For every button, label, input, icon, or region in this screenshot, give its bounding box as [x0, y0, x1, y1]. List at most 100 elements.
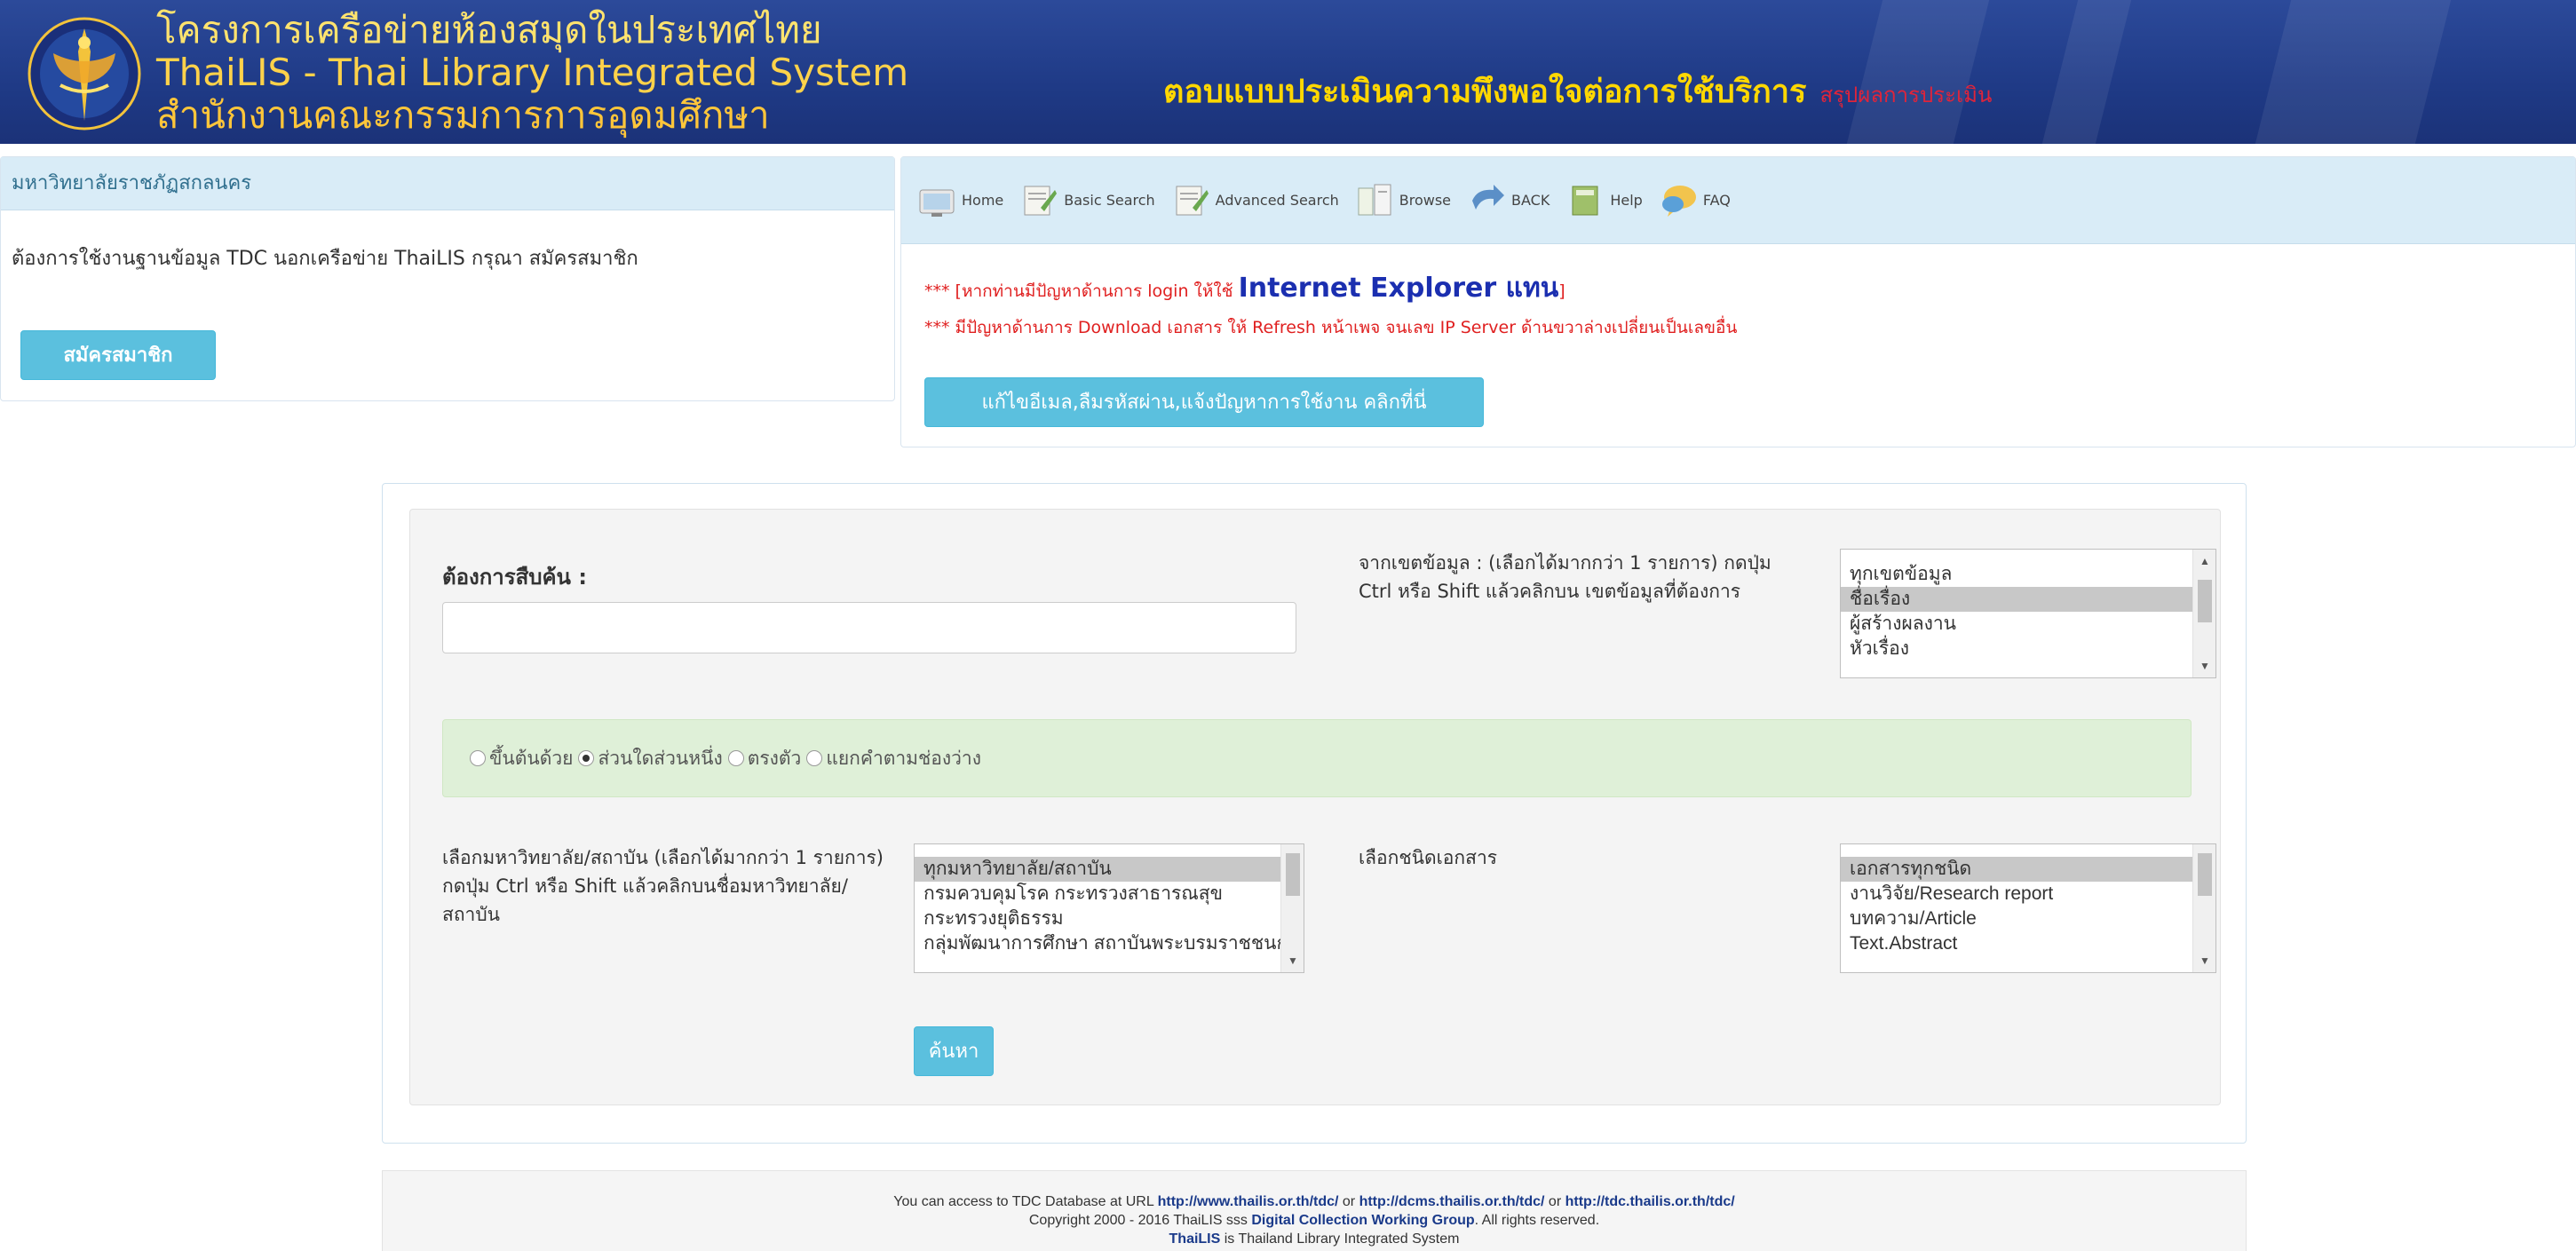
notice-download: *** มีปัญหาด้านการ Download เอกสาร ให้ R… [924, 318, 1738, 337]
doctype-option[interactable]: งานวิจัย/Research report [1841, 882, 2215, 907]
doctype-select[interactable]: เอกสารทุกชนิด งานวิจัย/Research report บ… [1840, 843, 2216, 973]
nav-advanced-search[interactable]: Advanced Search [1171, 181, 1339, 220]
notice-login-browser: Internet Explorer แทน [1238, 273, 1559, 304]
footer-urls: You can access to TDC Database at URL ht… [383, 1192, 2246, 1211]
notice-login-prefix: *** [หากท่านมีปัญหาด้านการ login ให้ใช้ [924, 281, 1233, 301]
nav-toolbar: Home Basic Search Advanced Search Browse… [901, 157, 2575, 244]
nav-basic-search-label: Basic Search [1064, 192, 1155, 209]
institution-help-text: เลือกมหาวิทยาลัย/สถาบัน (เลือกได้มากกว่า… [442, 847, 884, 925]
institution-select-scrollbar[interactable]: ▲ ▼ [1280, 844, 1304, 972]
radio-contains[interactable] [578, 750, 595, 766]
doctype-option-selected[interactable]: เอกสารทุกชนิด [1841, 857, 2215, 882]
radio-exact[interactable] [727, 750, 744, 766]
back-icon [1472, 184, 1505, 210]
footer-thailis: ThaiLIS [1169, 1231, 1221, 1247]
institution-select[interactable]: ทุกมหาวิทยาลัย/สถาบัน กรมควบคุมโรค กระทร… [914, 843, 1304, 973]
footer-tagline: ThaiLIS is Thailand Library Integrated S… [383, 1230, 2246, 1248]
search-form: ต้องการสืบค้น : จากเขตข้อมูล : (เลือกได้… [409, 509, 2221, 1105]
browse-icon [1358, 184, 1391, 215]
scroll-down-icon[interactable]: ▼ [2193, 660, 2215, 672]
footer-rights: . All rights reserved. [1474, 1213, 1600, 1228]
help-icon [1572, 186, 1598, 215]
site-brand: โครงการเครือข่ายห้องสมุดในประเทศไทย Thai… [156, 9, 908, 137]
basic-search-icon [1024, 186, 1058, 215]
nav-faq[interactable]: FAQ [1659, 181, 1731, 220]
search-button[interactable]: ค้นหา [914, 1026, 994, 1076]
field-option-selected[interactable]: ชื่อเรื่อง [1841, 587, 2215, 612]
scroll-down-icon[interactable]: ▼ [2193, 954, 2215, 967]
match-begins-with-label: ขึ้นต้นด้วย [489, 747, 574, 769]
match-split-words[interactable]: แยกคำตามช่องว่าง [806, 744, 981, 773]
nav-basic-search[interactable]: Basic Search [1019, 181, 1155, 220]
notice-login: *** [หากท่านมีปัญหาด้านการ login ให้ใช้ … [924, 267, 1737, 309]
scroll-down-icon[interactable]: ▼ [1281, 954, 1304, 967]
search-label: ต้องการสืบค้น : [442, 565, 587, 590]
nav-back[interactable]: BACK [1467, 181, 1550, 220]
doctype-label: เลือกชนิดเอกสาร [1359, 847, 1498, 868]
register-button[interactable]: สมัครสมาชิก [20, 330, 216, 380]
notice-login-suffix: ] [1558, 281, 1565, 301]
nav-back-label: BACK [1511, 192, 1550, 209]
scrollbar-thumb[interactable] [2198, 580, 2212, 622]
footer-access-text: You can access to TDC Database at URL [893, 1194, 1158, 1209]
match-split-words-label: แยกคำตามช่องว่าง [826, 747, 981, 769]
brand-line-english: ThaiLIS - Thai Library Integrated System [156, 51, 909, 94]
brand-line-office: สำนักงานคณะกรรมการการอุดมศึกษา [156, 93, 770, 137]
header-decoration [2255, 0, 2452, 144]
home-icon [919, 189, 955, 217]
ohec-logo-icon [28, 17, 141, 131]
edit-account-button[interactable]: แก้ไขอีเมล,ลืมรหัสผ่าน,แจ้งปัญหาการใช้งา… [924, 377, 1484, 427]
site-header: โครงการเครือข่ายห้องสมุดในประเทศไทย Thai… [0, 0, 2576, 144]
nav-advanced-search-label: Advanced Search [1215, 192, 1339, 209]
nav-help[interactable]: Help [1565, 181, 1643, 220]
footer-group-name: Digital Collection Working Group [1251, 1213, 1475, 1228]
match-begins-with[interactable]: ขึ้นต้นด้วย [470, 744, 573, 773]
scroll-up-icon[interactable]: ▲ [2193, 555, 2215, 567]
footer-url-www[interactable]: http://www.thailis.or.th/tdc/ [1158, 1194, 1339, 1209]
nav-faq-label: FAQ [1702, 192, 1731, 209]
match-type-group: ขึ้นต้นด้วย ส่วนใดส่วนหนึ่ง ตรงตัว แยกคำ… [442, 719, 2192, 797]
footer-or: or [1544, 1194, 1565, 1209]
footer-copyright-text: Copyright 2000 - 2016 ThaiLIS sss [1028, 1213, 1252, 1228]
survey-result-link[interactable]: สรุปผลการประเมิน [1820, 83, 1993, 107]
field-option[interactable]: ผู้สร้างผลงาน [1841, 612, 2215, 637]
search-input[interactable] [442, 602, 1296, 653]
footer-or: or [1338, 1194, 1359, 1209]
institution-option[interactable]: กระทรวงยุติธรรม [915, 907, 1304, 931]
scrollbar-thumb[interactable] [2198, 853, 2212, 896]
survey-link[interactable]: ตอบแบบประเมินความพึงพอใจต่อการใช้บริการ [1163, 74, 1806, 110]
doctype-option[interactable]: Text.Abstract [1841, 931, 2215, 956]
nav-panel: Home Basic Search Advanced Search Browse… [900, 156, 2576, 447]
nav-browse-label: Browse [1399, 192, 1452, 209]
match-exact[interactable]: ตรงตัว [727, 744, 802, 773]
search-form-panel: ต้องการสืบค้น : จากเขตข้อมูล : (เลือกได้… [382, 483, 2247, 1144]
nav-help-label: Help [1610, 192, 1643, 209]
institution-option[interactable]: กลุ่มพัฒนาการศึกษา สถาบันพระบรมราชชนก [915, 931, 1304, 956]
field-option[interactable]: ทุกเขตข้อมูล [1841, 562, 2215, 587]
nav-home-label: Home [962, 192, 1004, 209]
nav-home[interactable]: Home [917, 181, 1003, 220]
footer-url-tdc[interactable]: http://tdc.thailis.or.th/tdc/ [1565, 1194, 1735, 1209]
university-name: มหาวิทยาลัยราชภัฏสกลนคร [1, 157, 894, 210]
field-option[interactable]: หัวเรื่อง [1841, 637, 2215, 661]
header-decoration [2041, 0, 2132, 144]
footer-url-dcms[interactable]: http://dcms.thailis.or.th/tdc/ [1359, 1194, 1545, 1209]
match-exact-label: ตรงตัว [747, 747, 802, 769]
scrollbar-thumb[interactable] [1286, 853, 1300, 896]
advanced-search-icon [1176, 186, 1209, 215]
doctype-select-scrollbar[interactable]: ▲ ▼ [2192, 844, 2215, 972]
footer-copyright: Copyright 2000 - 2016 ThaiLIS sss Digita… [383, 1211, 2246, 1230]
doctype-option[interactable]: บทความ/Article [1841, 907, 2215, 931]
match-contains[interactable]: ส่วนใดส่วนหนึ่ง [578, 744, 723, 773]
faq-icon [1661, 185, 1696, 217]
radio-begins-with[interactable] [470, 750, 486, 766]
brand-line-thai: โครงการเครือข่ายห้องสมุดในประเทศไทย [156, 8, 822, 51]
nav-browse[interactable]: Browse [1355, 181, 1451, 220]
field-select-scrollbar[interactable]: ▲ ▼ [2192, 550, 2215, 677]
institution-option-selected[interactable]: ทุกมหาวิทยาลัย/สถาบัน [915, 857, 1304, 882]
institution-option[interactable]: กรมควบคุมโรค กระทรวงสาธารณสุข [915, 882, 1304, 907]
site-footer: You can access to TDC Database at URL ht… [382, 1170, 2247, 1251]
field-select[interactable]: ทุกเขตข้อมูล ชื่อเรื่อง ผู้สร้างผลงาน หั… [1840, 549, 2216, 678]
radio-split-words[interactable] [806, 750, 823, 766]
field-help-text: จากเขตข้อมูล : (เลือกได้มากกว่า 1 รายการ… [1359, 552, 1771, 602]
